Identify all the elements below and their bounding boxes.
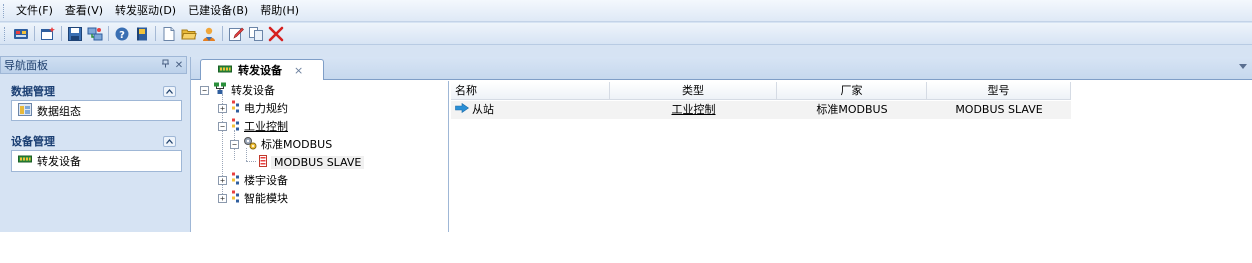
toolbar-separator xyxy=(61,26,62,41)
chevron-up-icon[interactable] xyxy=(163,85,176,97)
slave-device-icon xyxy=(259,154,267,170)
toolbar-separator xyxy=(108,26,109,41)
book-icon[interactable] xyxy=(133,25,151,43)
tree-node-label: 转发设备 xyxy=(231,84,275,97)
menu-view[interactable]: 查看(V) xyxy=(59,2,109,20)
column-header-name[interactable]: 名称 xyxy=(451,82,610,100)
delete-icon[interactable] xyxy=(267,25,285,43)
tree-node-modbus-slave[interactable]: MODBUS SLAVE xyxy=(259,153,365,171)
new-window-icon[interactable] xyxy=(39,25,57,43)
menu-forward-driver[interactable]: 转发驱动(D) xyxy=(109,2,182,20)
copy-icon[interactable] xyxy=(247,25,265,43)
group-data-management: 数据管理 数据组态 xyxy=(11,82,182,121)
save-icon[interactable] xyxy=(66,25,84,43)
nav-panel-title: 导航面板 xyxy=(4,59,48,72)
toolbar: ? xyxy=(0,23,1252,45)
protocol-icon xyxy=(231,172,240,188)
arrow-right-icon xyxy=(455,101,470,119)
nav-item-label: 转发设备 xyxy=(37,154,81,168)
tree-node-standard-modbus[interactable]: − 标准MODBUS xyxy=(230,135,332,153)
nav-item-data-config[interactable]: 数据组态 xyxy=(12,101,181,120)
tab-close-icon[interactable]: × xyxy=(294,64,303,77)
toolbar-grip[interactable] xyxy=(4,26,7,41)
tab-forward-device[interactable]: 转发设备 × xyxy=(200,59,324,80)
device-board-icon xyxy=(218,64,232,77)
cell-model: MODBUS SLAVE xyxy=(955,103,1043,116)
protocol-icon xyxy=(231,100,240,116)
group-body: 转发设备 xyxy=(11,150,182,172)
cell-type: 工业控制 xyxy=(671,103,716,116)
device-tree-icon xyxy=(213,82,227,98)
column-header-type[interactable]: 类型 xyxy=(610,82,777,100)
tree-node-power[interactable]: + 电力规约 xyxy=(218,99,288,117)
toolbar-separator xyxy=(155,26,156,41)
expand-icon[interactable]: + xyxy=(218,193,227,203)
protocol-icon xyxy=(231,118,240,134)
navigation-panel: 导航面板 ✕ 数据管理 数据组态 设备管理 转发设备 xyxy=(0,56,187,232)
collapse-icon[interactable]: − xyxy=(200,85,209,95)
nav-panel-header: 导航面板 ✕ xyxy=(0,56,187,74)
group-header[interactable]: 数据管理 xyxy=(11,82,182,100)
tree-node-industrial[interactable]: − 工业控制 xyxy=(218,117,288,135)
menu-built-devices[interactable]: 已建设备(B) xyxy=(182,2,254,20)
user-icon[interactable] xyxy=(200,25,218,43)
list-header: 名称 类型 厂家 型号 xyxy=(451,82,1071,100)
group-title: 设备管理 xyxy=(11,135,55,148)
group-device-management: 设备管理 转发设备 xyxy=(11,132,182,172)
expand-icon[interactable]: + xyxy=(218,103,227,113)
data-config-icon xyxy=(18,102,32,119)
table-row[interactable]: 从站 工业控制 标准MODBUS MODBUS SLAVE xyxy=(451,101,1071,119)
tree-node-label: MODBUS SLAVE xyxy=(271,155,365,169)
edit-icon[interactable] xyxy=(227,25,245,43)
svg-text:?: ? xyxy=(119,30,125,41)
device-list: 名称 类型 厂家 型号 从站 工业控制 标准MODBUS MODBUS SLAV… xyxy=(451,81,1252,232)
app-window: 文件(F) 查看(V) 转发驱动(D) 已建设备(B) 帮助(H) ? 导航面板… xyxy=(0,0,1252,232)
nav-item-label: 数据组态 xyxy=(37,104,81,118)
collapse-icon[interactable]: − xyxy=(218,121,227,131)
tab-strip: 转发设备 × xyxy=(191,57,1252,80)
menubar-grip[interactable] xyxy=(3,3,6,18)
pin-icon[interactable] xyxy=(158,59,172,71)
tree-node-building[interactable]: + 楼宇设备 xyxy=(218,171,288,189)
group-header[interactable]: 设备管理 xyxy=(11,132,182,150)
tree-node-root[interactable]: − 转发设备 xyxy=(200,81,275,99)
tree-node-label: 工业控制 xyxy=(244,120,288,133)
menu-help[interactable]: 帮助(H) xyxy=(254,2,305,20)
new-file-icon[interactable] xyxy=(160,25,178,43)
help-icon[interactable]: ? xyxy=(113,25,131,43)
tree-node-label: 智能模块 xyxy=(244,192,288,205)
tree-node-smart-module[interactable]: + 智能模块 xyxy=(218,189,288,207)
open-folder-icon[interactable] xyxy=(180,25,198,43)
menu-file[interactable]: 文件(F) xyxy=(10,2,59,20)
tab-list-dropdown-icon[interactable] xyxy=(1239,64,1247,69)
cell-vendor: 标准MODBUS xyxy=(816,103,888,116)
column-header-vendor[interactable]: 厂家 xyxy=(777,82,927,100)
network-icon[interactable] xyxy=(86,25,104,43)
device-board-icon xyxy=(18,154,32,167)
cell-name-text: 从站 xyxy=(472,103,494,116)
tree-node-label: 标准MODBUS xyxy=(261,138,333,151)
connect-icon[interactable] xyxy=(12,25,30,43)
tree-node-label: 楼宇设备 xyxy=(244,174,288,187)
menu-bar: 文件(F) 查看(V) 转发驱动(D) 已建设备(B) 帮助(H) xyxy=(0,0,1252,22)
group-body: 数据组态 xyxy=(11,100,182,121)
nav-item-forward-device[interactable]: 转发设备 xyxy=(12,151,181,170)
column-header-model[interactable]: 型号 xyxy=(927,82,1071,100)
chevron-up-icon[interactable] xyxy=(163,135,176,147)
expand-icon[interactable]: + xyxy=(218,175,227,185)
toolbar-separator xyxy=(222,26,223,41)
nav-close-icon[interactable]: ✕ xyxy=(172,60,186,71)
gear-icon xyxy=(243,136,257,153)
cell-name: 从站 xyxy=(451,101,610,119)
collapse-icon[interactable]: − xyxy=(230,139,239,149)
group-title: 数据管理 xyxy=(11,85,55,98)
tab-label: 转发设备 xyxy=(238,64,282,77)
device-tree: − 转发设备 + 电力规约 − 工业控制 − 标准MODBUS MODBUS S… xyxy=(191,81,449,232)
protocol-icon xyxy=(231,190,240,206)
tree-node-label: 电力规约 xyxy=(244,102,288,115)
tree-connector xyxy=(246,161,256,162)
document-area: 转发设备 × − 转发设备 + 电力规约 − 工业控制 − 标准MODBUS M… xyxy=(190,57,1252,232)
toolbar-separator xyxy=(34,26,35,41)
